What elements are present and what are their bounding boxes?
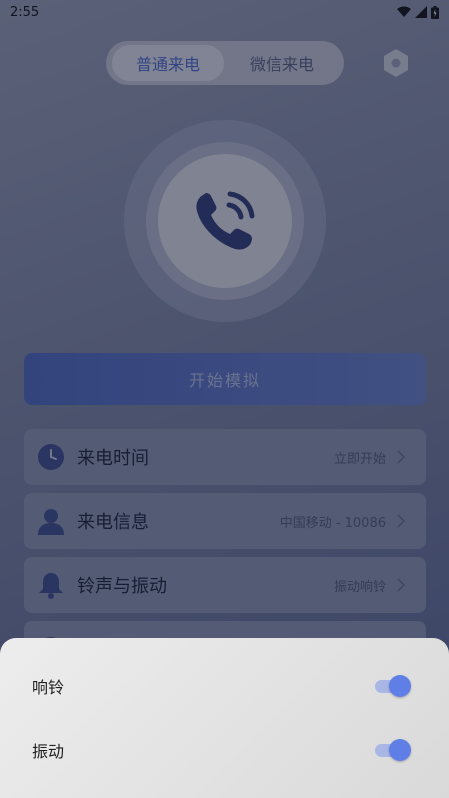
- ringtone-bottom-sheet: 响铃 振动: [0, 638, 449, 798]
- vibrate-label: 振动: [32, 742, 65, 761]
- toggle-row-vibrate: 振动: [0, 730, 449, 770]
- switch-thumb: [389, 675, 411, 697]
- ring-switch[interactable]: [375, 674, 411, 698]
- vibrate-switch[interactable]: [375, 738, 411, 762]
- toggle-row-ring: 响铃: [0, 666, 449, 706]
- ring-label: 响铃: [32, 678, 65, 697]
- switch-thumb: [389, 739, 411, 761]
